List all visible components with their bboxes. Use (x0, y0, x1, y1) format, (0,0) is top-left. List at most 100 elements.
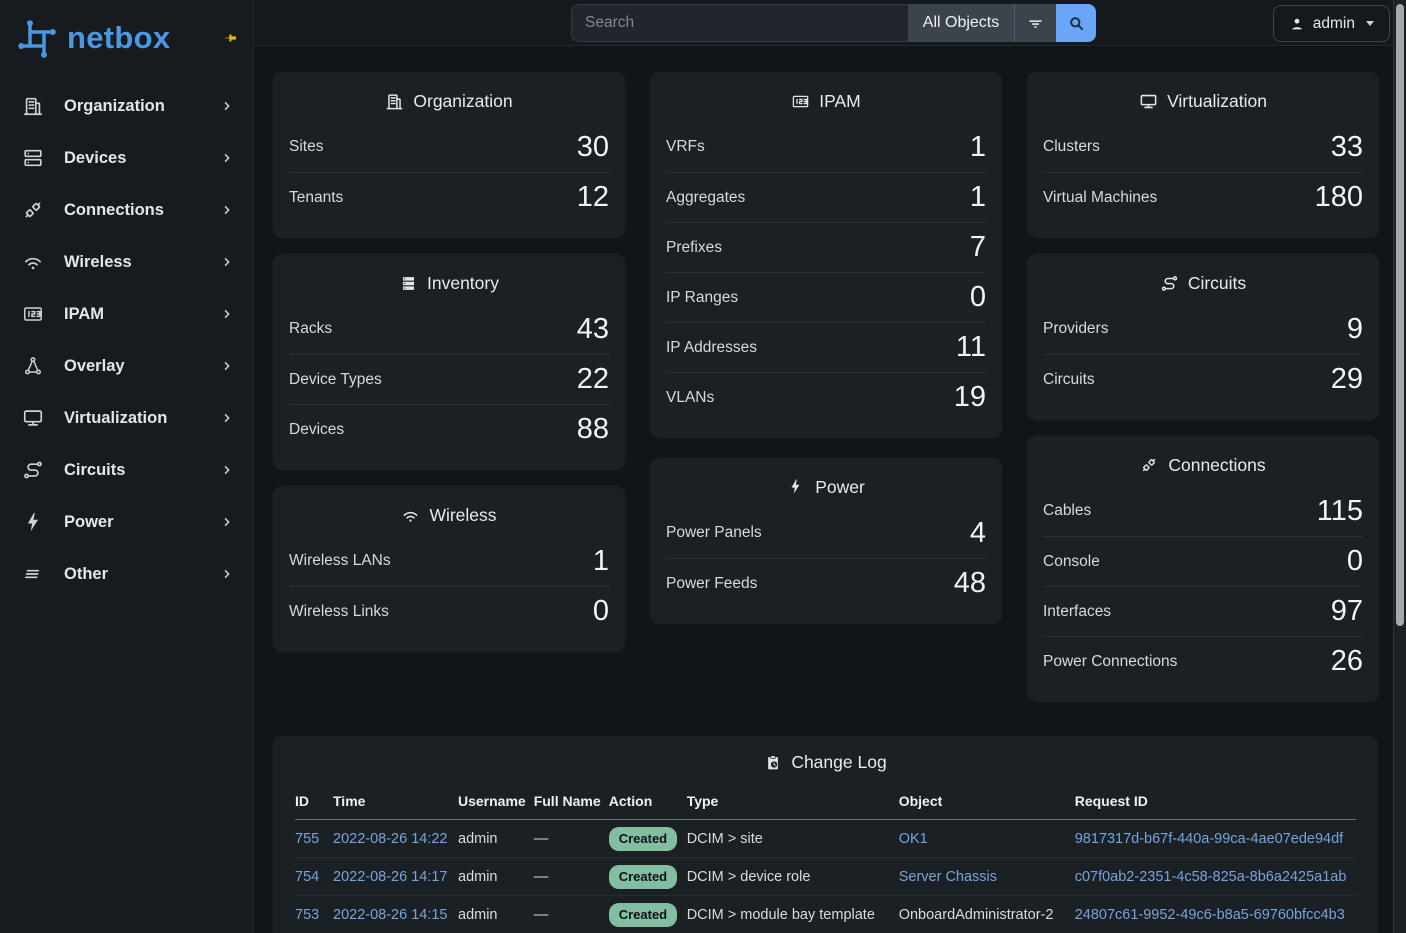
stat-label: IP Ranges (666, 289, 738, 307)
card-ipam: IPAM VRFs 1 Aggregates 1 Prefixes 7 (650, 72, 1002, 438)
stat-value[interactable]: 12 (577, 181, 609, 214)
search-submit-button[interactable] (1056, 4, 1096, 42)
stat-value[interactable]: 26 (1331, 645, 1363, 678)
column-header-object: Object (899, 789, 1075, 820)
sidebar: netbox Organiz (0, 0, 254, 933)
card-header: Organization (273, 86, 625, 122)
column-header-fullname: Full Name (534, 789, 609, 820)
stat-value[interactable]: 88 (577, 413, 609, 446)
stat-value[interactable]: 48 (954, 567, 986, 600)
stat-value[interactable]: 43 (577, 313, 609, 346)
stat-value[interactable]: 0 (593, 595, 609, 628)
change-object-link[interactable]: OK1 (899, 831, 928, 847)
ipam-icon (791, 92, 810, 111)
search-icon (1067, 14, 1086, 33)
change-object-link[interactable]: Server Chassis (899, 869, 997, 885)
card-header: Circuits (1027, 268, 1379, 304)
stat-value[interactable]: 1 (970, 131, 986, 164)
changelog-header: Change Log (295, 752, 1356, 777)
stat-row: Circuits 29 (1043, 354, 1363, 404)
filter-button[interactable] (1014, 4, 1056, 42)
sidebar-item-overlay[interactable]: Overlay (0, 340, 253, 392)
stat-value[interactable]: 30 (577, 131, 609, 164)
changelog-row: 755 2022-08-26 14:22 admin — Created DCI… (295, 820, 1356, 858)
sidebar-item-ipam[interactable]: IPAM (0, 288, 253, 340)
stat-value[interactable]: 180 (1315, 181, 1363, 214)
sidebar-item-virtualization[interactable]: Virtualization (0, 392, 253, 444)
action-badge: Created (609, 827, 677, 851)
sidebar-item-wireless[interactable]: Wireless (0, 236, 253, 288)
stat-row: Tenants 12 (289, 172, 609, 222)
card-wireless: Wireless Wireless LANs 1 Wireless Links … (273, 486, 625, 652)
stat-label: Circuits (1043, 371, 1095, 389)
stat-value[interactable]: 22 (577, 363, 609, 396)
change-type: DCIM > module bay template (687, 907, 875, 923)
change-id-link[interactable]: 755 (295, 831, 319, 847)
request-id-link[interactable]: 24807c61-9952-49c6-b8a5-69760bfcc4b3 (1075, 907, 1345, 923)
sidebar-item-label: Organization (64, 97, 221, 116)
change-time-link[interactable]: 2022-08-26 14:17 (333, 869, 448, 885)
user-menu-button[interactable]: admin (1273, 5, 1390, 42)
stat-label: Console (1043, 553, 1100, 571)
stat-value[interactable]: 0 (1347, 545, 1363, 578)
card-virtualization: Virtualization Clusters 33 Virtual Machi… (1027, 72, 1379, 238)
change-id-link[interactable]: 754 (295, 869, 319, 885)
stat-value[interactable]: 1 (970, 181, 986, 214)
action-badge: Created (609, 865, 677, 889)
sidebar-item-label: Devices (64, 149, 221, 168)
change-username: admin (458, 831, 498, 847)
stat-value[interactable]: 1 (593, 545, 609, 578)
sidebar-item-organization[interactable]: Organization (0, 80, 253, 132)
sidebar-item-connections[interactable]: Connections (0, 184, 253, 236)
changelog-header-row: ID Time Username Full Name Action Type O… (295, 789, 1356, 820)
change-time-link[interactable]: 2022-08-26 14:22 (333, 831, 448, 847)
sidebar-item-other[interactable]: Other (0, 548, 253, 600)
stat-row: VRFs 1 (666, 122, 986, 172)
stat-label: Power Feeds (666, 575, 757, 593)
stat-row: Providers 9 (1043, 304, 1363, 354)
stat-row: IP Addresses 11 (666, 322, 986, 372)
sidebar-item-circuits[interactable]: Circuits (0, 444, 253, 496)
monitor-icon (22, 407, 44, 429)
netbox-logo[interactable]: netbox (0, 0, 253, 78)
change-time-link[interactable]: 2022-08-26 14:15 (333, 907, 448, 923)
stack-icon (399, 274, 418, 293)
search-input[interactable] (571, 4, 908, 42)
stat-value[interactable]: 0 (970, 281, 986, 314)
stat-value[interactable]: 19 (954, 381, 986, 414)
search-scope-dropdown[interactable]: All Objects (908, 4, 1014, 42)
stat-label: VLANs (666, 389, 714, 407)
chevron-right-icon (221, 152, 233, 164)
stat-value[interactable]: 33 (1331, 131, 1363, 164)
stat-value[interactable]: 9 (1347, 313, 1363, 346)
topbar: All Objects (254, 0, 1406, 46)
stat-value[interactable]: 7 (970, 231, 986, 264)
column-header-id: ID (295, 789, 333, 820)
request-id-link[interactable]: c07f0ab2-2351-4c58-825a-8b6a2425a1ab (1075, 869, 1347, 885)
stat-value[interactable]: 97 (1331, 595, 1363, 628)
stat-label: Cables (1043, 502, 1091, 520)
card-title: Organization (413, 91, 512, 112)
stat-value[interactable]: 11 (956, 331, 986, 364)
stat-value[interactable]: 29 (1331, 363, 1363, 396)
sidebar-item-label: Circuits (64, 461, 221, 480)
pin-sidebar-icon[interactable] (219, 28, 239, 48)
scrollbar-thumb[interactable] (1396, 4, 1404, 626)
stat-row: Clusters 33 (1043, 122, 1363, 172)
stat-row: Sites 30 (289, 122, 609, 172)
sidebar-item-devices[interactable]: Devices (0, 132, 253, 184)
change-username: admin (458, 869, 498, 885)
chevron-right-icon (221, 464, 233, 476)
sidebar-item-power[interactable]: Power (0, 496, 253, 548)
request-id-link[interactable]: 9817317d-b67f-440a-99ca-4ae07ede94df (1075, 831, 1343, 847)
stat-value[interactable]: 115 (1317, 495, 1363, 528)
stat-value[interactable]: 4 (970, 517, 986, 550)
card-circuits: Circuits Providers 9 Circuits 29 (1027, 254, 1379, 420)
dashboard-column-3: Virtualization Clusters 33 Virtual Machi… (1027, 72, 1379, 702)
wifi-icon (401, 506, 420, 525)
change-fullname: — (534, 831, 549, 847)
stat-row: Device Types 22 (289, 354, 609, 404)
change-id-link[interactable]: 753 (295, 907, 319, 923)
wifi-icon (22, 251, 44, 273)
sidebar-item-label: Virtualization (64, 409, 221, 428)
